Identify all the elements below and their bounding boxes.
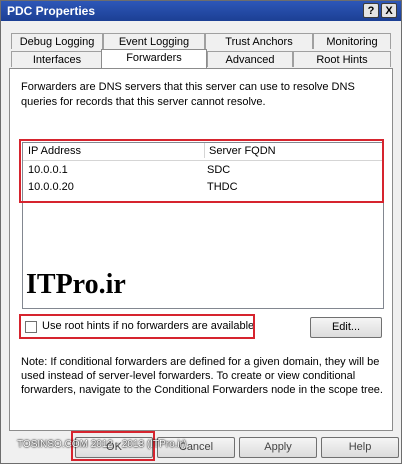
row-fqdn: THDC <box>207 181 238 193</box>
root-hints-checkbox[interactable] <box>25 321 37 333</box>
tab-debug-logging[interactable]: Debug Logging <box>11 33 103 49</box>
row-ip: 10.0.0.20 <box>28 181 74 193</box>
tab-monitoring[interactable]: Monitoring <box>313 33 391 49</box>
table-header: IP Address Server FQDN <box>23 143 383 161</box>
title-bar: PDC Properties ? X <box>1 1 401 21</box>
conditional-forwarders-note: Note: If conditional forwarders are defi… <box>21 356 383 396</box>
forwarders-description: Forwarders are DNS servers that this ser… <box>21 81 355 108</box>
window-title: PDC Properties <box>7 4 96 18</box>
apply-button[interactable]: Apply <box>239 437 317 458</box>
watermark-logo: ITPro.ir <box>26 269 126 300</box>
table-row[interactable]: 10.0.0.1 SDC <box>23 163 383 179</box>
close-button[interactable]: X <box>381 3 397 18</box>
tab-trust-anchors[interactable]: Trust Anchors <box>205 33 313 49</box>
help-button[interactable]: Help <box>321 437 399 458</box>
help-title-button[interactable]: ? <box>363 3 379 18</box>
row-fqdn: SDC <box>207 164 231 176</box>
forwarders-panel: Forwarders are DNS servers that this ser… <box>9 68 393 431</box>
table-row[interactable]: 10.0.0.20 THDC <box>23 180 383 196</box>
footer-watermark: TOSINSO.COM 2012 - 2013 (ITPro.ir) <box>17 439 187 450</box>
column-header-fqdn[interactable]: Server FQDN <box>204 143 276 158</box>
tab-event-logging[interactable]: Event Logging <box>103 33 205 49</box>
tab-root-hints[interactable]: Root Hints <box>293 51 391 67</box>
tab-interfaces[interactable]: Interfaces <box>11 51 103 67</box>
tab-advanced[interactable]: Advanced <box>207 51 293 67</box>
edit-button[interactable]: Edit... <box>310 317 382 338</box>
properties-dialog: PDC Properties ? X Debug Logging Event L… <box>0 0 402 464</box>
row-ip: 10.0.0.1 <box>28 164 68 176</box>
tab-forwarders[interactable]: Forwarders <box>101 49 207 68</box>
root-hints-label[interactable]: Use root hints if no forwarders are avai… <box>42 320 254 332</box>
column-header-ip[interactable]: IP Address <box>28 145 81 157</box>
